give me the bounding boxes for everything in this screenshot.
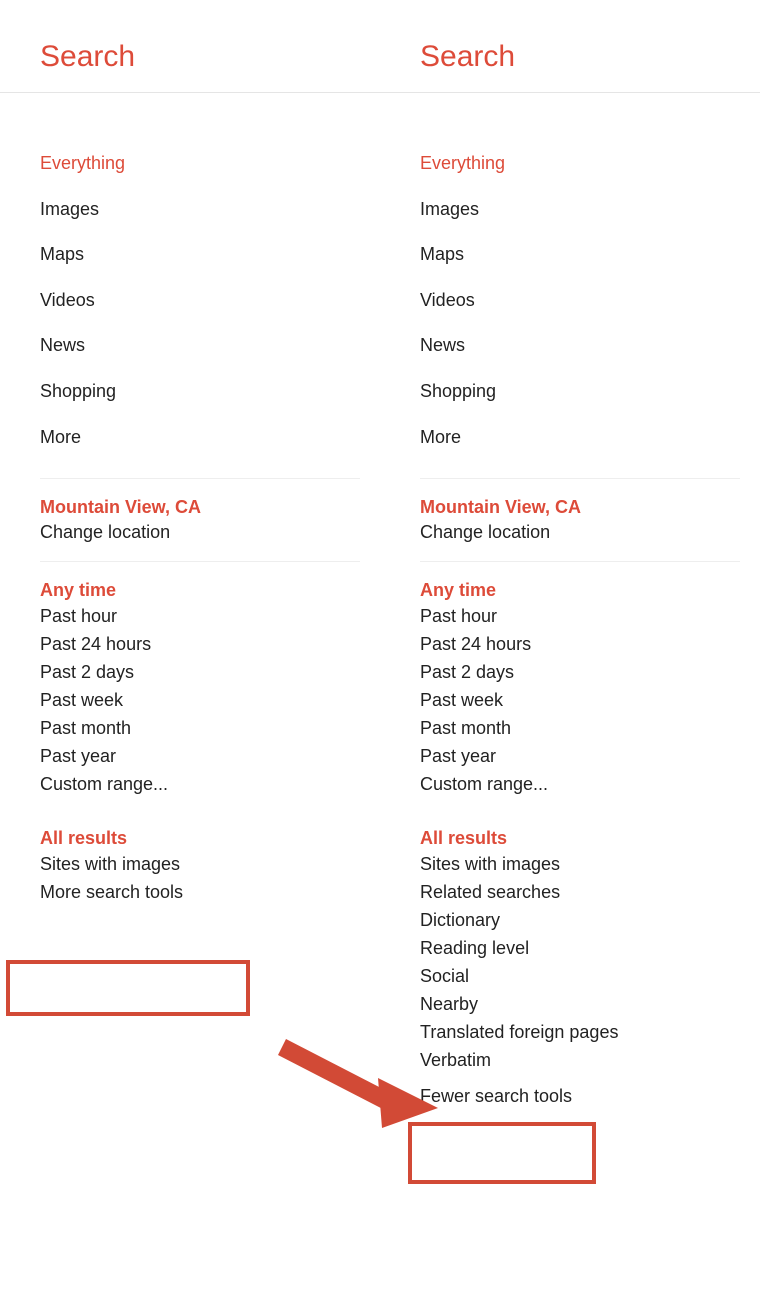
time-custom-range[interactable]: Custom range...: [40, 771, 360, 799]
sidebar-item-maps[interactable]: Maps: [40, 232, 360, 278]
search-sidebar-right: Search Everything Images Maps Videos New…: [380, 0, 760, 1150]
results-translated-pages[interactable]: Translated foreign pages: [420, 1019, 740, 1047]
results-verbatim[interactable]: Verbatim: [420, 1047, 740, 1075]
page-title: Search: [40, 40, 360, 74]
time-past-24-hours[interactable]: Past 24 hours: [40, 631, 360, 659]
sidebar-item-shopping[interactable]: Shopping: [40, 369, 360, 415]
sidebar-item-shopping[interactable]: Shopping: [420, 369, 740, 415]
results-filter-header: All results: [40, 828, 360, 849]
sidebar-item-news[interactable]: News: [40, 323, 360, 369]
time-past-week[interactable]: Past week: [420, 687, 740, 715]
time-custom-range[interactable]: Custom range...: [420, 771, 740, 799]
results-nearby[interactable]: Nearby: [420, 991, 740, 1019]
time-past-24-hours[interactable]: Past 24 hours: [420, 631, 740, 659]
time-filter-list: Past hour Past 24 hours Past 2 days Past…: [40, 603, 360, 798]
sidebar-item-more[interactable]: More: [420, 415, 740, 461]
change-location-link[interactable]: Change location: [420, 522, 740, 543]
sidebar-item-everything[interactable]: Everything: [420, 141, 740, 187]
section-divider: [420, 478, 740, 479]
section-divider: [40, 478, 360, 479]
results-social[interactable]: Social: [420, 963, 740, 991]
section-divider: [40, 561, 360, 562]
title-divider: [0, 92, 380, 93]
time-past-week[interactable]: Past week: [40, 687, 360, 715]
location-header: Mountain View, CA: [420, 497, 740, 518]
results-filter-list: Sites with images Related searches Dicti…: [420, 851, 740, 1110]
time-past-hour[interactable]: Past hour: [40, 603, 360, 631]
two-panel-layout: Search Everything Images Maps Videos New…: [0, 0, 760, 1150]
results-related-searches[interactable]: Related searches: [420, 879, 740, 907]
location-header: Mountain View, CA: [40, 497, 360, 518]
sidebar-item-news[interactable]: News: [420, 323, 740, 369]
page-title: Search: [420, 40, 740, 74]
time-past-2-days[interactable]: Past 2 days: [420, 659, 740, 687]
annotation-box-more-search-tools: [6, 960, 250, 1016]
sidebar-item-images[interactable]: Images: [420, 187, 740, 233]
time-past-2-days[interactable]: Past 2 days: [40, 659, 360, 687]
time-past-year[interactable]: Past year: [420, 743, 740, 771]
time-past-month[interactable]: Past month: [40, 715, 360, 743]
time-filter-list: Past hour Past 24 hours Past 2 days Past…: [420, 603, 740, 798]
section-divider: [420, 561, 740, 562]
results-reading-level[interactable]: Reading level: [420, 935, 740, 963]
time-filter-header: Any time: [420, 580, 740, 601]
sidebar-item-videos[interactable]: Videos: [40, 278, 360, 324]
results-filter-section: All results Sites with images More searc…: [40, 828, 360, 907]
results-filter-header: All results: [420, 828, 740, 849]
annotation-box-verbatim: [408, 1122, 596, 1184]
change-location-link[interactable]: Change location: [40, 522, 360, 543]
title-divider: [380, 92, 760, 93]
sidebar-item-videos[interactable]: Videos: [420, 278, 740, 324]
category-list: Everything Images Maps Videos News Shopp…: [420, 141, 740, 460]
time-past-month[interactable]: Past month: [420, 715, 740, 743]
results-sites-with-images[interactable]: Sites with images: [40, 851, 360, 879]
time-past-year[interactable]: Past year: [40, 743, 360, 771]
results-filter-list: Sites with images More search tools: [40, 851, 360, 907]
results-sites-with-images[interactable]: Sites with images: [420, 851, 740, 879]
sidebar-item-everything[interactable]: Everything: [40, 141, 360, 187]
time-filter-header: Any time: [40, 580, 360, 601]
results-more-search-tools[interactable]: More search tools: [40, 879, 360, 907]
time-past-hour[interactable]: Past hour: [420, 603, 740, 631]
results-fewer-search-tools[interactable]: Fewer search tools: [420, 1083, 740, 1111]
results-filter-section: All results Sites with images Related se…: [420, 828, 740, 1110]
search-sidebar-left: Search Everything Images Maps Videos New…: [0, 0, 380, 1150]
sidebar-item-maps[interactable]: Maps: [420, 232, 740, 278]
sidebar-item-more[interactable]: More: [40, 415, 360, 461]
category-list: Everything Images Maps Videos News Shopp…: [40, 141, 360, 460]
sidebar-item-images[interactable]: Images: [40, 187, 360, 233]
results-dictionary[interactable]: Dictionary: [420, 907, 740, 935]
